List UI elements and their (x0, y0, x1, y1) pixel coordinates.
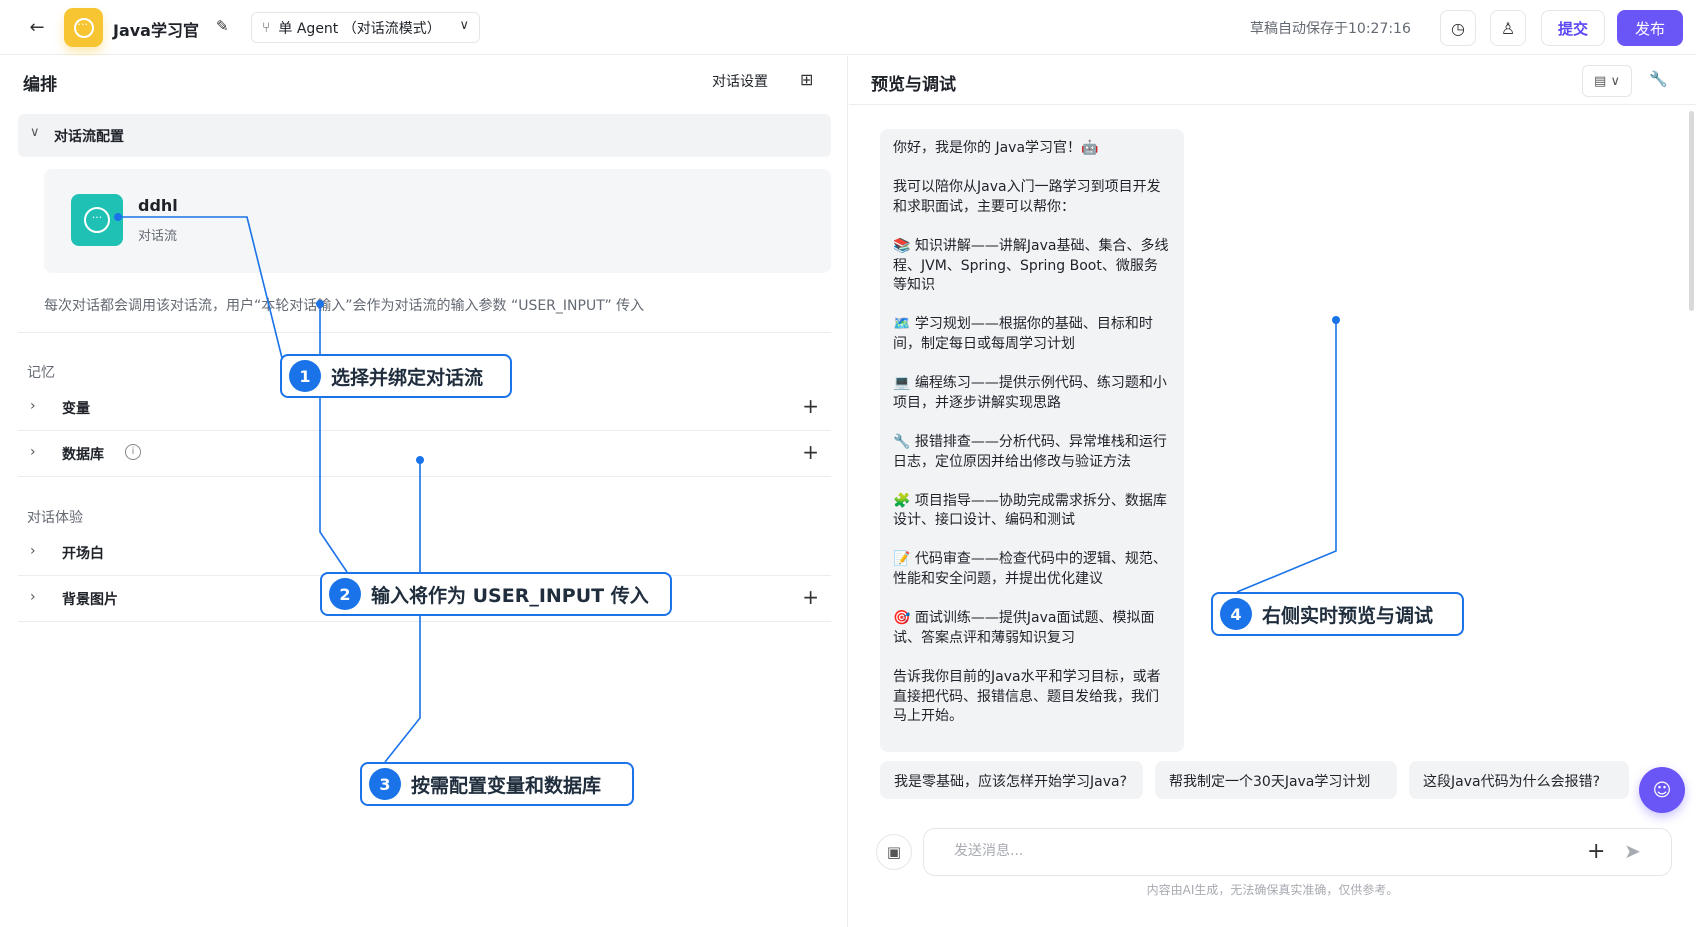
suggestion-chip[interactable]: 这段Java代码为什么会报错? (1409, 761, 1629, 799)
message-line: 我可以陪你从Java入门一路学习到项目开发和求职面试，主要可以帮你： (893, 179, 1161, 215)
branch-icon: ⑂ (262, 19, 271, 36)
suggestion-chip[interactable]: 帮我制定一个30天Java学习计划 (1155, 761, 1397, 799)
app-avatar-icon (64, 8, 103, 47)
flow-type: 对话流 (138, 229, 178, 244)
message-input-box: + ➤ (923, 828, 1672, 876)
send-icon[interactable]: ➤ (1624, 839, 1641, 863)
annotation-number: 2 (329, 578, 361, 610)
bot-settings-button[interactable]: ▣ (876, 834, 912, 870)
app-title: Java学习官 (113, 21, 199, 40)
collaborator-button[interactable]: ♙ (1490, 10, 1526, 46)
annotation-text: 输入将作为 USER_INPUT 传入 (371, 584, 649, 607)
message-line: 📝 代码审查——检查代码中的逻辑、规范、性能和安全问题，并提出优化建议 (893, 551, 1167, 588)
annotation-callout-4: 4 右侧实时预览与调试 (1211, 592, 1464, 636)
message-line: 📚 知识讲解——讲解Java基础、集合、多线程、JVM、Spring、Sprin… (893, 237, 1169, 294)
annotation-number: 1 (289, 360, 321, 392)
chevron-right-icon: › (30, 398, 36, 414)
opening-label: 开场白 (62, 546, 104, 562)
chevron-right-icon: › (30, 543, 36, 559)
flow-config-label: 对话流配置 (54, 129, 124, 145)
back-arrow-icon[interactable]: ← (26, 18, 48, 38)
flow-config-section[interactable]: ∨ 对话流配置 (18, 114, 831, 157)
message-line: 💻 编程练习——提供示例代码、练习题和小项目，并逐步讲解实现思路 (893, 375, 1167, 411)
message-line: 🎯 面试训练——提供Java面试题、模拟面试、答案点评和薄弱知识复习 (893, 610, 1155, 646)
pencil-icon[interactable]: ✎ (216, 17, 229, 35)
chevron-down-icon: ∨ (459, 18, 469, 33)
preview-options-select[interactable]: ▤ ∨ (1582, 65, 1632, 97)
agent-mode-select[interactable]: ⑂ 单 Agent （对话流模式） ∨ (251, 12, 480, 43)
divider (18, 332, 831, 333)
chevron-right-icon: › (30, 444, 36, 460)
divider (18, 476, 831, 477)
scrollbar[interactable] (1689, 111, 1694, 311)
message-line: 告诉我你目前的Java水平和学习目标，或者直接把代码、报错信息、题目发给我，我们… (893, 669, 1161, 725)
preview-title: 预览与调试 (871, 75, 956, 95)
flow-card[interactable]: ··· ddhl 对话流 (44, 169, 831, 273)
chevron-down-icon: ∨ (30, 125, 40, 140)
message-line: 🔧 报错排查——分析代码、异常堆栈和运行日志，定位原因并给出修改与验证方法 (893, 433, 1167, 470)
message-line: 🗺️ 学习规划——根据你的基础、目标和时间，制定每日或每周学习计划 (893, 316, 1153, 352)
database-label: 数据库 (62, 447, 104, 463)
grid-icon[interactable]: ⊞ (800, 70, 813, 89)
assistant-float-button[interactable]: ☺ (1639, 767, 1685, 813)
message-input[interactable] (954, 843, 1554, 859)
publish-button[interactable]: 发布 (1617, 10, 1683, 46)
add-database-icon[interactable]: + (802, 440, 819, 464)
panel-title: 编排 (23, 75, 57, 95)
submit-button[interactable]: 提交 (1541, 10, 1605, 46)
annotation-callout-3: 3 按需配置变量和数据库 (360, 762, 634, 806)
suggestion-chip[interactable]: 我是零基础，应该怎样开始学习Java? (880, 761, 1143, 799)
top-bar: ← Java学习官 ✎ ⑂ 单 Agent （对话流模式） ∨ 草稿自动保存于1… (0, 0, 1696, 55)
annotation-callout-1: 1 选择并绑定对话流 (280, 354, 512, 398)
annotation-text: 按需配置变量和数据库 (411, 774, 602, 797)
message-line: 🧩 项目指导——协助完成需求拆分、数据库设计、接口设计、编码和测试 (893, 492, 1167, 529)
autosave-status: 草稿自动保存于10:27:16 (1250, 21, 1411, 37)
user-icon: ♙ (1500, 18, 1516, 38)
add-variable-icon[interactable]: + (802, 394, 819, 418)
flow-name: ddhl (138, 196, 178, 215)
wrench-icon[interactable]: 🔧 (1649, 70, 1668, 88)
experience-group-title: 对话体验 (27, 510, 83, 526)
info-icon[interactable]: i (125, 444, 141, 460)
memory-group-title: 记忆 (27, 365, 55, 381)
divider (849, 104, 1696, 105)
annotation-number: 3 (369, 768, 401, 800)
document-icon: ▤ ∨ (1594, 73, 1620, 89)
preview-panel: 预览与调试 ▤ ∨ 🔧 你好，我是你的 Java学习官！🤖 我可以陪你从Java… (849, 56, 1696, 927)
annotation-text: 选择并绑定对话流 (331, 366, 484, 389)
chat-flow-icon: ··· (71, 194, 123, 246)
annotation-number: 4 (1220, 598, 1252, 630)
background-image-label: 背景图片 (62, 592, 118, 608)
opening-row[interactable]: › 开场白 (18, 529, 831, 575)
add-background-icon[interactable]: + (802, 585, 819, 609)
mode-label: 单 Agent （对话流模式） (278, 20, 441, 37)
database-row[interactable]: › 数据库 i + (18, 430, 831, 476)
chevron-right-icon: › (30, 589, 36, 605)
ai-disclaimer: 内容由AI生成，无法确保真实准确，仅供参考。 (1146, 883, 1399, 897)
clock-icon: ◷ (1451, 18, 1465, 38)
flow-description: 每次对话都会调用该对话流，用户“本轮对话输入”会作为对话流的输入参数 “USER… (44, 298, 645, 314)
annotation-text: 右侧实时预览与调试 (1262, 604, 1434, 627)
add-attachment-icon[interactable]: + (1587, 839, 1605, 864)
annotation-callout-2: 2 输入将作为 USER_INPUT 传入 (320, 572, 672, 616)
robot-icon: ☺ (1652, 779, 1672, 801)
bot-message: 你好，我是你的 Java学习官！🤖 我可以陪你从Java入门一路学习到项目开发和… (880, 129, 1184, 752)
variables-label: 变量 (62, 401, 90, 417)
dialog-settings-link[interactable]: 对话设置 (712, 71, 768, 91)
robot-icon: ▣ (886, 843, 902, 861)
divider (18, 621, 831, 622)
history-button[interactable]: ◷ (1440, 10, 1476, 46)
message-line: 你好，我是你的 Java学习官！🤖 (893, 140, 1099, 156)
